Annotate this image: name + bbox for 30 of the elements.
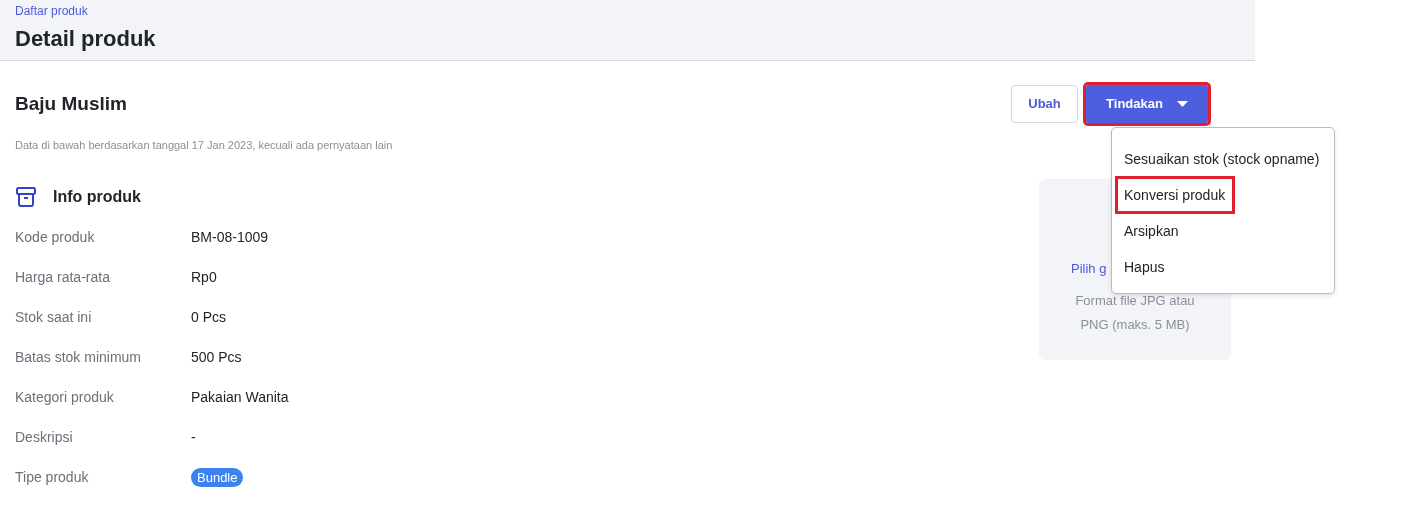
- data-date-note: Data di bawah berdasarkan tanggal 17 Jan 2023, kecuali ada pernyataan lain: [15, 138, 394, 153]
- file-format-hint: PNG (maks. 5 MB): [1080, 316, 1190, 334]
- field-label: Tipe produk: [15, 468, 90, 487]
- actions-dropdown-button[interactable]: Tindakan: [1086, 85, 1208, 123]
- field-value: 0 Pcs: [191, 308, 226, 327]
- file-format-hint: Format file JPG atau: [1075, 292, 1195, 310]
- field-value: Pakaian Wanita: [191, 388, 289, 407]
- edit-button[interactable]: Ubah: [1011, 85, 1078, 123]
- section-title: Info produk: [53, 186, 141, 207]
- field-label: Kategori produk: [15, 388, 115, 407]
- menu-item[interactable]: Konversi produk: [1116, 177, 1234, 213]
- choose-image-link[interactable]: Pilih g: [1071, 259, 1107, 279]
- product-name: Baju Muslim: [15, 93, 127, 116]
- page-title: Detail produk: [15, 25, 157, 53]
- field-label: Deskripsi: [15, 428, 74, 447]
- menu-item[interactable]: Arsipkan: [1112, 213, 1179, 249]
- archive-box-icon: [15, 185, 37, 208]
- field-label: Batas stok minimum: [15, 348, 143, 367]
- field-value: 500 Pcs: [191, 348, 242, 367]
- field-label: Stok saat ini: [15, 308, 93, 327]
- field-value: BM-08-1009: [191, 228, 269, 247]
- menu-item[interactable]: Hapus: [1112, 249, 1165, 285]
- caret-icon: [1176, 101, 1188, 107]
- field-label: Harga rata-rata: [15, 268, 111, 287]
- field-label: Kode produk: [15, 228, 96, 247]
- field-value: -: [191, 428, 196, 447]
- menu-item[interactable]: Sesuaikan stok (stock opname): [1112, 141, 1320, 177]
- product-type-badge: Bundle: [191, 468, 244, 487]
- field-value: Rp0: [191, 268, 217, 287]
- breadcrumb-link[interactable]: Daftar produk: [15, 4, 88, 19]
